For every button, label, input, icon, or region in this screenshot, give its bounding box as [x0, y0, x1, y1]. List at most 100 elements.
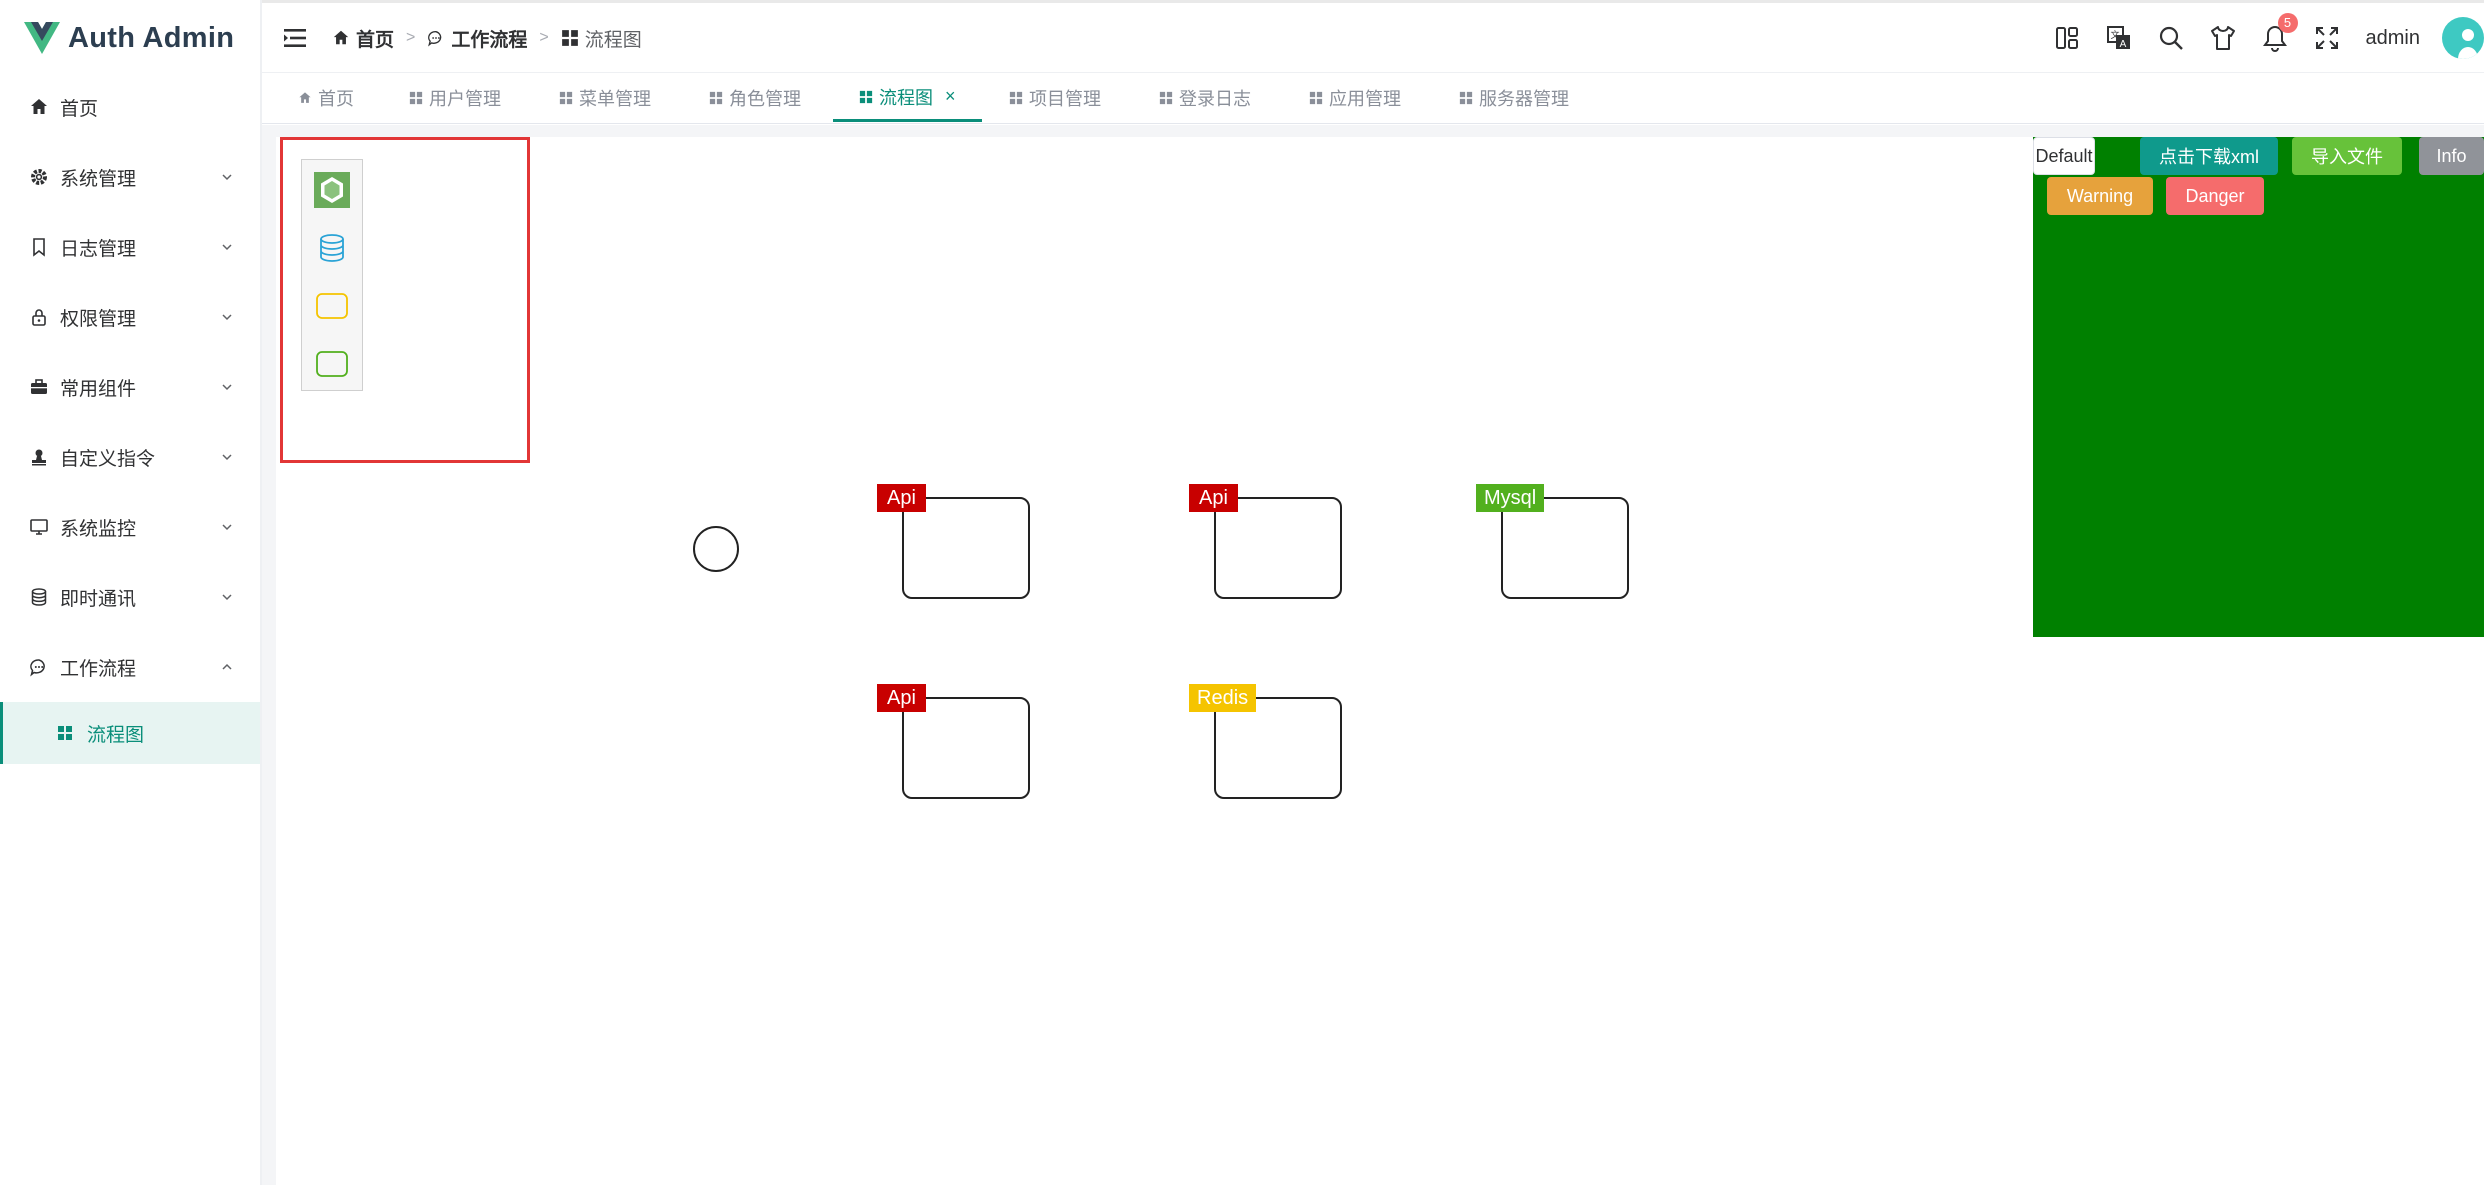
sidebar-item-label: 系统管理 — [60, 168, 137, 190]
tab-user-management[interactable]: 用户管理 — [409, 74, 501, 122]
avatar[interactable] — [2442, 17, 2484, 59]
api-node[interactable] — [902, 697, 1030, 799]
download-xml-button[interactable]: 点击下载xml — [2140, 137, 2278, 175]
palette-item-logo[interactable] — [312, 170, 352, 210]
import-file-button[interactable]: 导入文件 — [2292, 137, 2402, 175]
tab-label: 用户管理 — [429, 89, 501, 109]
tab-flowchart[interactable]: 流程图 × — [833, 74, 982, 122]
palette-item-yellow-rect[interactable] — [312, 286, 352, 326]
redis-node[interactable] — [1214, 697, 1342, 799]
tab-label: 登录日志 — [1179, 89, 1251, 109]
sidebar-item-label: 自定义指令 — [60, 448, 156, 470]
home-icon — [299, 92, 311, 103]
header-actions: A文 5 admin — [2032, 13, 2484, 59]
breadcrumb-label: 工作流程 — [451, 29, 528, 51]
api-node[interactable] — [902, 497, 1030, 599]
sidebar-item-label: 首页 — [60, 98, 99, 120]
breadcrumb-label: 首页 — [356, 29, 395, 51]
green-rect-icon — [316, 351, 348, 377]
mysql-node[interactable] — [1501, 497, 1629, 599]
briefcase-icon — [28, 376, 50, 398]
palette-item-database[interactable] — [312, 228, 352, 268]
grid-icon — [1159, 91, 1173, 105]
sidebar-item-directives[interactable]: 自定义指令 — [0, 422, 260, 492]
user-avatar-icon — [2458, 29, 2478, 59]
sidebar-item-workflow[interactable]: 工作流程 — [0, 632, 260, 702]
vue-logo-icon — [24, 22, 60, 54]
danger-button[interactable]: Danger — [2166, 177, 2264, 215]
sidebar-item-label: 常用组件 — [60, 378, 137, 400]
default-button[interactable]: Default — [2033, 137, 2095, 175]
right-action-panel: Default 点击下载xml 导入文件 Info Warning Danger — [2033, 137, 2484, 637]
chevron-down-icon — [222, 174, 232, 181]
sidebar-item-label: 系统监控 — [60, 518, 137, 540]
node-tag: Api — [877, 484, 926, 512]
grid-icon — [1309, 91, 1323, 105]
palette-item-green-rect[interactable] — [312, 344, 352, 384]
tab-app-management[interactable]: 应用管理 — [1309, 74, 1401, 122]
monitor-icon — [28, 516, 50, 538]
sidebar-item-label: 权限管理 — [60, 308, 137, 330]
hamburger-menu-icon[interactable] — [282, 25, 308, 51]
chevron-down-icon — [222, 244, 232, 251]
grid-icon — [561, 30, 578, 46]
sidebar-item-monitor[interactable]: 系统监控 — [0, 492, 260, 562]
tab-menu-management[interactable]: 菜单管理 — [559, 74, 651, 122]
sidebar: Auth Admin 首页 系统管理 日志管理 权限管理 常用组件 自定义指令 … — [0, 0, 262, 1185]
breadcrumb-item-home[interactable]: 首页 — [332, 25, 394, 52]
tab-label: 首页 — [318, 89, 354, 109]
svg-text:A: A — [2119, 39, 2126, 50]
warning-button[interactable]: Warning — [2047, 177, 2153, 215]
breadcrumb-label: 流程图 — [584, 29, 642, 51]
tab-role-management[interactable]: 角色管理 — [709, 74, 801, 122]
tab-close-icon[interactable]: × — [945, 86, 956, 107]
api-node[interactable] — [1214, 497, 1342, 599]
sidebar-item-system[interactable]: 系统管理 — [0, 142, 260, 212]
breadcrumb-item-flowchart: 流程图 — [561, 25, 642, 52]
chevron-down-icon — [222, 314, 232, 321]
username[interactable]: admin — [2366, 27, 2420, 50]
app-logo[interactable]: Auth Admin — [24, 18, 234, 58]
node-palette — [301, 159, 363, 391]
sidebar-item-im[interactable]: 即时通讯 — [0, 562, 260, 632]
stamp-icon — [28, 446, 50, 468]
tab-label: 应用管理 — [1329, 89, 1401, 109]
gear-icon — [28, 166, 50, 188]
breadcrumb: 首页 > 工作流程 > 流程图 — [332, 23, 642, 53]
sidebar-item-permission[interactable]: 权限管理 — [0, 282, 260, 352]
tab-label: 角色管理 — [729, 89, 801, 109]
start-event-node[interactable] — [693, 526, 739, 572]
chevron-up-icon — [222, 663, 232, 670]
database-icon — [320, 234, 344, 262]
svg-text:文: 文 — [2110, 29, 2119, 41]
breadcrumb-separator: > — [539, 29, 549, 46]
tab-project-management[interactable]: 项目管理 — [1009, 74, 1101, 122]
node-tag: Mysql — [1476, 484, 1545, 512]
sidebar-item-label: 即时通讯 — [60, 588, 137, 610]
translate-icon[interactable]: A文 — [2102, 21, 2136, 55]
canvas-left-gutter — [262, 125, 276, 1185]
tab-login-log[interactable]: 登录日志 — [1159, 74, 1251, 122]
home-icon — [28, 96, 50, 118]
sidebar-subitem-label: 流程图 — [87, 724, 145, 746]
grid-icon — [1459, 91, 1473, 105]
layout-icon[interactable] — [2050, 21, 2084, 55]
sidebar-item-log[interactable]: 日志管理 — [0, 212, 260, 282]
tab-home[interactable]: 首页 — [298, 74, 354, 122]
sidebar-item-components[interactable]: 常用组件 — [0, 352, 260, 422]
info-button[interactable]: Info — [2419, 137, 2484, 175]
node-tag: Redis — [1189, 684, 1257, 712]
grid-icon — [859, 90, 873, 103]
fullscreen-icon[interactable] — [2310, 21, 2344, 55]
shirt-icon[interactable] — [2206, 21, 2240, 55]
search-icon[interactable] — [2154, 21, 2188, 55]
sidebar-subitem-flowchart[interactable]: 流程图 — [0, 702, 260, 764]
node-tag: Api — [1189, 484, 1238, 512]
tab-server-management[interactable]: 服务器管理 — [1459, 74, 1569, 122]
tabs-bar: 首页 用户管理 菜单管理 角色管理 流程图 × 项目管理 登录日志 应用管理 服… — [262, 74, 2484, 124]
breadcrumb-item-workflow[interactable]: 工作流程 — [427, 25, 527, 52]
sidebar-item-home[interactable]: 首页 — [0, 72, 260, 142]
chat-icon — [428, 31, 442, 47]
bell-icon[interactable]: 5 — [2258, 13, 2298, 55]
grid-icon — [559, 91, 573, 105]
